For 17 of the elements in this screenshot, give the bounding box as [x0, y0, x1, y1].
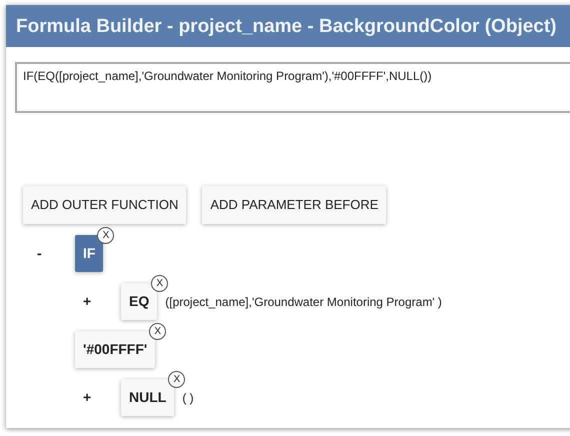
function-node[interactable]: EQ [121, 283, 158, 320]
remove-button[interactable]: X [97, 227, 114, 244]
function-arguments: ( ) [182, 390, 194, 406]
expand-toggle[interactable]: - [37, 245, 42, 261]
remove-button[interactable]: X [149, 323, 166, 340]
function-node[interactable]: '#00FFFF' [75, 331, 156, 368]
expand-toggle[interactable]: + [83, 293, 92, 309]
remove-button[interactable]: X [151, 275, 168, 292]
action-button[interactable]: ADD OUTER FUNCTION [23, 186, 186, 224]
function-arguments: ([project_name],'Groundwater Monitoring Program' ) [165, 294, 442, 310]
formula-field[interactable]: IF(EQ([project_name],'Groundwater Monitoring Program'),'#00FFFF',NULL()) [15, 62, 570, 113]
expand-toggle[interactable]: + [83, 389, 92, 405]
dialog-title: Formula Builder - project_name - BackgroundColor (Object) [6, 5, 570, 47]
remove-button[interactable]: X [168, 371, 186, 388]
action-button[interactable]: ADD PARAMETER BEFORE [202, 186, 386, 224]
function-node[interactable]: NULL [121, 379, 174, 416]
function-node[interactable]: IF [75, 235, 104, 272]
